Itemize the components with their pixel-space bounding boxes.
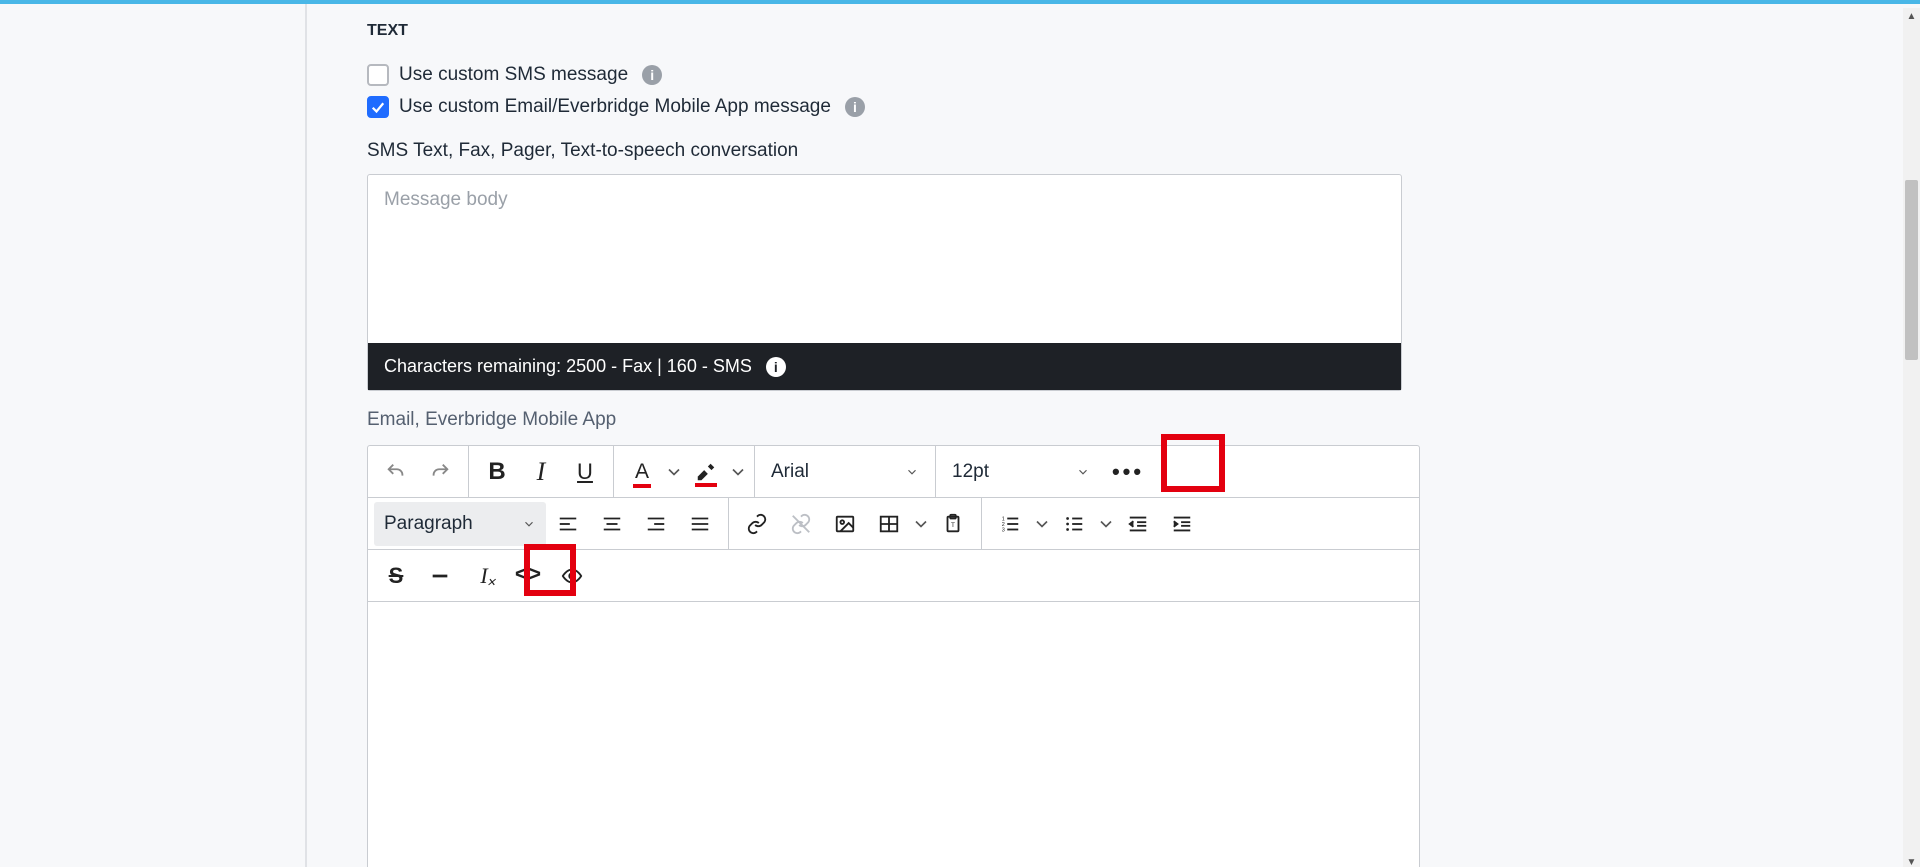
text-color-menu[interactable] (664, 450, 684, 494)
info-icon[interactable]: i (642, 65, 662, 85)
scroll-up-icon[interactable]: ▲ (1903, 8, 1920, 25)
highlight-button[interactable] (684, 450, 728, 494)
checkbox-icon[interactable] (367, 96, 389, 118)
bullet-list-button[interactable] (1052, 502, 1096, 546)
ordered-list-button[interactable]: 123 (988, 502, 1032, 546)
toolbar-row-1: B I U A Arial (368, 446, 1419, 498)
align-left-button[interactable] (546, 502, 590, 546)
scroll-thumb[interactable] (1905, 180, 1918, 360)
font-size-select[interactable]: 12pt (942, 450, 1100, 494)
table-menu[interactable] (911, 502, 931, 546)
source-code-button[interactable]: <> (506, 554, 550, 598)
email-field-label: Email, Everbridge Mobile App (367, 409, 1422, 431)
scroll-down-icon[interactable]: ▼ (1903, 854, 1920, 867)
link-button[interactable] (735, 502, 779, 546)
indent-button[interactable] (1160, 502, 1204, 546)
sms-char-text: Characters remaining: 2500 - Fax | 160 -… (384, 356, 752, 377)
outdent-button[interactable] (1116, 502, 1160, 546)
align-right-button[interactable] (634, 502, 678, 546)
sms-field-label: SMS Text, Fax, Pager, Text-to-speech con… (367, 140, 1422, 162)
section-heading: TEXT (367, 4, 1422, 40)
more-button[interactable]: ••• (1106, 450, 1150, 494)
paste-text-button[interactable]: T (931, 502, 975, 546)
option-email-label: Use custom Email/Everbridge Mobile App m… (399, 96, 831, 118)
option-sms[interactable]: Use custom SMS message i (367, 64, 1422, 86)
rich-text-editor: B I U A Arial (367, 445, 1420, 867)
toolbar-row-3: S I✕ <> (368, 550, 1419, 602)
sms-textarea-wrapper: Message body Characters remaining: 2500 … (367, 174, 1402, 391)
sms-char-counter: Characters remaining: 2500 - Fax | 160 -… (368, 343, 1401, 390)
italic-button[interactable]: I (519, 450, 563, 494)
unlink-button[interactable] (779, 502, 823, 546)
font-family-value: Arial (771, 461, 809, 483)
underline-button[interactable]: U (563, 450, 607, 494)
email-editor-body[interactable] (368, 602, 1419, 867)
strikethrough-button[interactable]: S (374, 554, 418, 598)
align-center-button[interactable] (590, 502, 634, 546)
font-size-value: 12pt (952, 461, 989, 483)
image-button[interactable] (823, 502, 867, 546)
text-color-button[interactable]: A (620, 450, 664, 494)
form-panel: TEXT Use custom SMS message i Use custom… (305, 4, 1420, 867)
bold-button[interactable]: B (475, 450, 519, 494)
clear-format-button[interactable]: I✕ (462, 554, 506, 598)
horizontal-rule-button[interactable] (418, 554, 462, 598)
table-button[interactable] (867, 502, 911, 546)
svg-text:T: T (951, 521, 955, 528)
page-scrollbar[interactable]: ▲ ▼ (1903, 8, 1920, 867)
block-format-value: Paragraph (384, 513, 473, 535)
info-icon[interactable]: i (845, 97, 865, 117)
checkbox-icon[interactable] (367, 64, 389, 86)
info-icon[interactable]: i (766, 357, 786, 377)
font-family-select[interactable]: Arial (761, 450, 929, 494)
undo-button[interactable] (374, 450, 418, 494)
block-format-select[interactable]: Paragraph (374, 502, 546, 546)
sms-textarea[interactable]: Message body (368, 175, 1401, 343)
align-justify-button[interactable] (678, 502, 722, 546)
option-email[interactable]: Use custom Email/Everbridge Mobile App m… (367, 96, 1422, 118)
preview-button[interactable] (550, 554, 594, 598)
option-sms-label: Use custom SMS message (399, 64, 628, 86)
svg-text:3: 3 (1002, 527, 1005, 533)
highlight-menu[interactable] (728, 450, 748, 494)
bullet-list-menu[interactable] (1096, 502, 1116, 546)
redo-button[interactable] (418, 450, 462, 494)
toolbar-row-2: Paragraph T 123 (368, 498, 1419, 550)
ordered-list-menu[interactable] (1032, 502, 1052, 546)
